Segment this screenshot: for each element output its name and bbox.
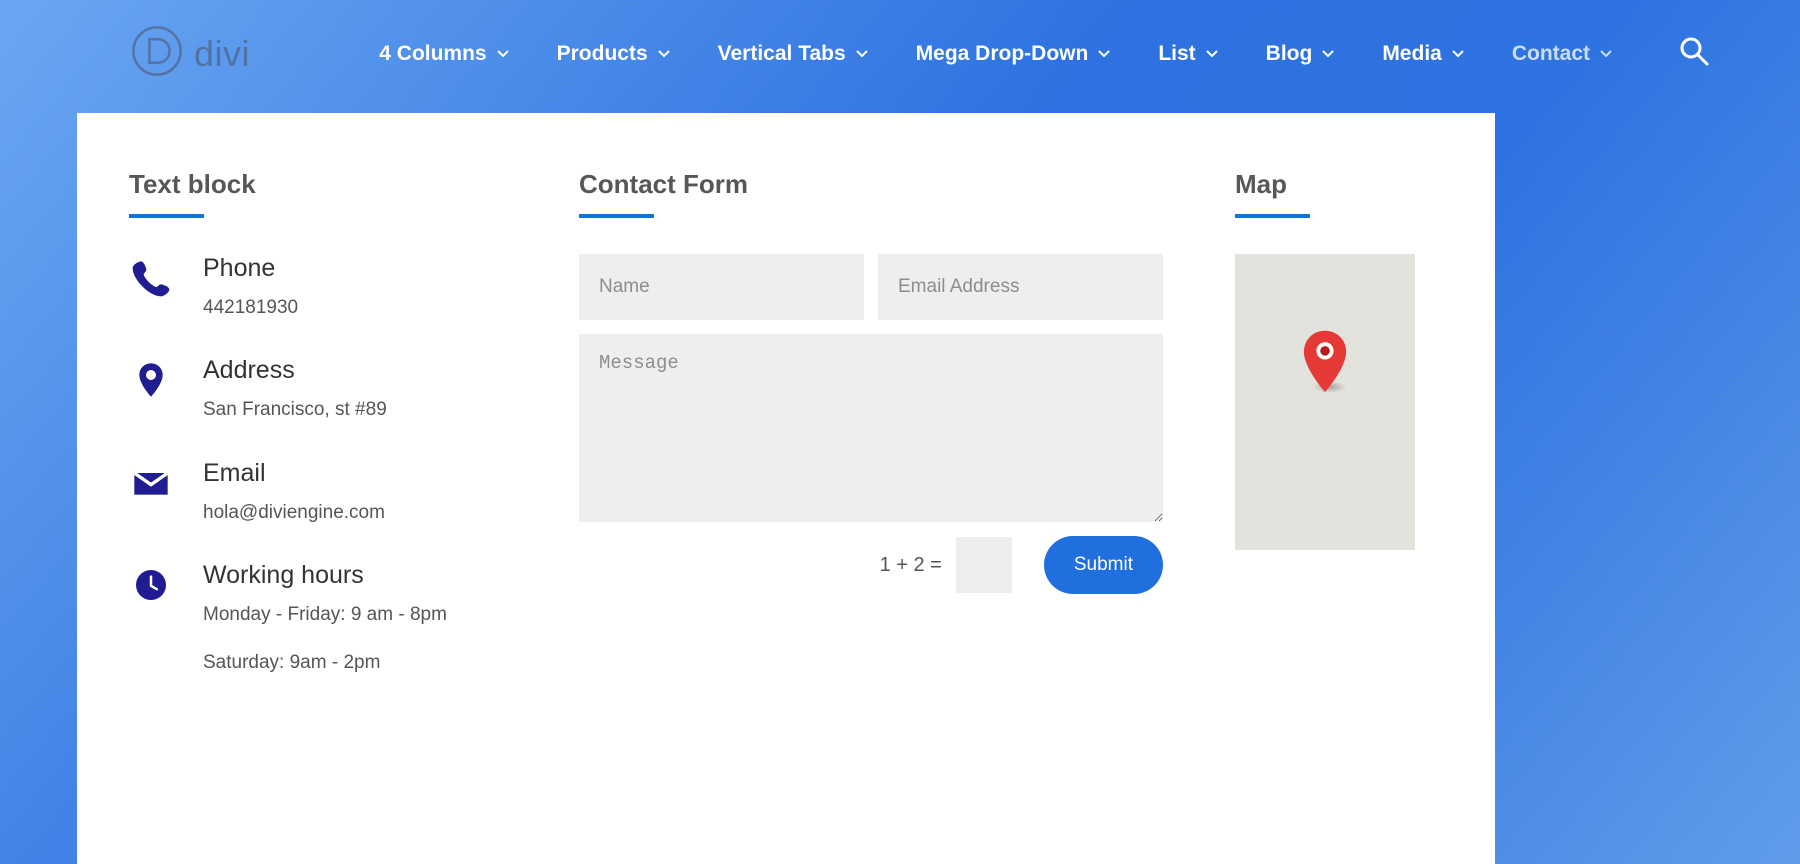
contact-form-title: Contact Form — [579, 169, 1163, 200]
blurb-hours-line2: Saturday: 9am - 2pm — [203, 648, 447, 677]
blurb-address: Address San Francisco, st #89 — [129, 356, 551, 424]
nav-list[interactable]: List — [1158, 42, 1217, 66]
blurb-address-value: San Francisco, st #89 — [203, 395, 387, 424]
nav-products[interactable]: Products — [557, 42, 670, 66]
phone-icon — [129, 254, 173, 322]
nav-label: Mega Drop-Down — [916, 42, 1089, 66]
blurb-address-title: Address — [203, 356, 387, 385]
nav-label: 4 Columns — [379, 42, 486, 66]
nav-label: Products — [557, 42, 648, 66]
nav-label: Media — [1382, 42, 1442, 66]
captcha-question: 1 + 2 = — [880, 554, 942, 577]
search-button[interactable] — [1678, 38, 1710, 70]
chevron-down-icon — [1098, 48, 1110, 60]
title-underline — [129, 214, 204, 218]
nav-label: Blog — [1266, 42, 1313, 66]
site-header: divi 4 Columns Products Vertical Tabs — [0, 0, 1800, 113]
mail-icon — [129, 459, 173, 527]
col-contact-form: Contact Form 1 + 2 = Submit — [579, 169, 1235, 844]
divi-logo-icon — [130, 24, 184, 83]
chevron-down-icon — [658, 48, 670, 60]
col-map: Map — [1235, 169, 1443, 844]
map-pin-icon — [1302, 330, 1348, 394]
col-text-block: Text block Phone 442181930 — [129, 169, 579, 844]
map-title: Map — [1235, 169, 1415, 200]
chevron-down-icon — [1600, 48, 1612, 60]
captcha-answer-field[interactable] — [956, 537, 1012, 593]
chevron-down-icon — [497, 48, 509, 60]
nav-label: List — [1158, 42, 1195, 66]
name-field[interactable] — [579, 254, 864, 320]
title-underline — [579, 214, 654, 218]
blurb-phone: Phone 442181930 — [129, 254, 551, 322]
submit-button[interactable]: Submit — [1044, 536, 1163, 594]
blurb-hours-line1: Monday - Friday: 9 am - 8pm — [203, 600, 447, 629]
blurb-hours-title: Working hours — [203, 561, 447, 590]
nav-vertical-tabs[interactable]: Vertical Tabs — [718, 42, 868, 66]
chevron-down-icon — [856, 48, 868, 60]
nav-contact[interactable]: Contact — [1512, 42, 1612, 66]
primary-nav: 4 Columns Products Vertical Tabs Mega Dr… — [379, 38, 1710, 70]
dropdown-panel: Text block Phone 442181930 — [77, 113, 1495, 864]
clock-icon — [129, 561, 173, 677]
message-field[interactable] — [579, 334, 1163, 522]
nav-blog[interactable]: Blog — [1266, 42, 1335, 66]
nav-4-columns[interactable]: 4 Columns — [379, 42, 508, 66]
title-underline — [1235, 214, 1310, 218]
nav-label: Contact — [1512, 42, 1590, 66]
chevron-down-icon — [1322, 48, 1334, 60]
search-icon — [1678, 35, 1710, 72]
chevron-down-icon — [1206, 48, 1218, 60]
site-logo[interactable]: divi — [130, 24, 250, 83]
blurb-phone-title: Phone — [203, 254, 298, 283]
blurb-phone-value: 442181930 — [203, 293, 298, 322]
blurb-email-title: Email — [203, 459, 385, 488]
email-field[interactable] — [878, 254, 1163, 320]
text-block-title: Text block — [129, 169, 551, 200]
nav-label: Vertical Tabs — [718, 42, 846, 66]
nav-mega-drop-down[interactable]: Mega Drop-Down — [916, 42, 1111, 66]
map-pin-icon — [129, 356, 173, 424]
blurb-email: Email hola@diviengine.com — [129, 459, 551, 527]
chevron-down-icon — [1452, 48, 1464, 60]
logo-text: divi — [194, 33, 250, 75]
blurb-hours: Working hours Monday - Friday: 9 am - 8p… — [129, 561, 551, 677]
nav-media[interactable]: Media — [1382, 42, 1464, 66]
map-widget[interactable] — [1235, 254, 1415, 550]
blurb-email-value: hola@diviengine.com — [203, 498, 385, 527]
